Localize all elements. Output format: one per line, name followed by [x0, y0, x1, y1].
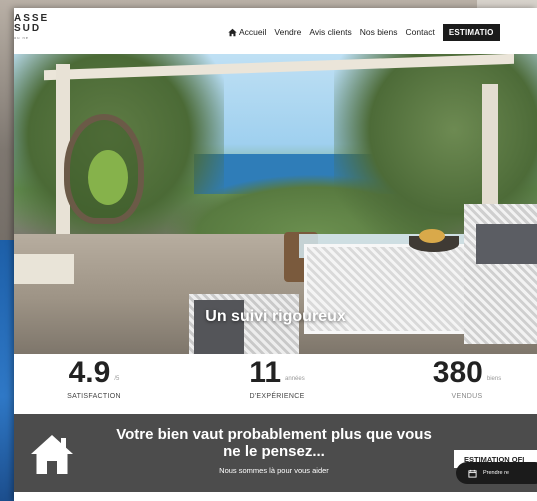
nav-item-contact[interactable]: Contact — [406, 27, 435, 37]
stat-value: 4.9 — [68, 356, 111, 389]
cta-title: Votre bien vaut probablement plus que vo… — [116, 426, 432, 460]
logo-line-3: ou ne — [14, 35, 30, 40]
nav-estimation-button[interactable]: ESTIMATIO — [442, 23, 500, 41]
stats-section: 4.9/5 SATISFACTION 11 années D'EXPÉRIENCE… — [14, 354, 537, 412]
stat-value: 11 — [249, 356, 282, 389]
stat-satisfaction: 4.9/5 SATISFACTION — [54, 356, 134, 401]
stat-experience: 11 années D'EXPÉRIENCE — [232, 356, 322, 401]
stat-value: 380 — [432, 356, 483, 389]
nav-item-vendre[interactable]: Vendre — [274, 27, 301, 37]
hero-hanging-chair — [64, 114, 144, 224]
stat-unit: années — [285, 376, 305, 382]
site-logo[interactable]: ASSE SUD ou ne — [14, 14, 54, 40]
appointment-label: Prendre re — [483, 470, 509, 476]
hero-lounger — [14, 254, 74, 284]
page-bottom-strip — [14, 492, 537, 501]
stat-unit: /5 — [114, 376, 120, 382]
stat-label: D'EXPÉRIENCE — [249, 393, 305, 400]
nav-label-accueil: Accueil — [239, 27, 267, 37]
nav-item-accueil[interactable]: Accueil — [228, 27, 266, 37]
home-icon — [228, 28, 237, 36]
logo-line-2: SUD — [14, 23, 42, 34]
house-icon — [31, 435, 73, 474]
stat-label: SATISFACTION — [67, 393, 121, 400]
hero-fruit — [419, 229, 445, 243]
hero-caption: Un suivi rigoureux — [205, 308, 346, 325]
nav-item-nos-biens[interactable]: Nos biens — [360, 27, 398, 37]
nav-item-avis-clients[interactable]: Avis clients — [309, 27, 351, 37]
site-header: ASSE SUD ou ne Accueil Vendre Avis clien… — [14, 8, 537, 54]
cta-subtitle: Nous sommes là pour vous aider — [219, 466, 329, 475]
stat-sold: 380 biens VENDUS — [412, 356, 522, 401]
calendar-icon — [468, 469, 477, 478]
stat-label: VENDUS — [451, 393, 483, 400]
main-nav: Accueil Vendre Avis clients Nos biens Co… — [228, 23, 500, 41]
hero-hanging-chair-cushion — [88, 150, 128, 205]
website-screen: ASSE SUD ou ne Accueil Vendre Avis clien… — [14, 8, 537, 501]
appointment-button[interactable]: Prendre re — [456, 462, 537, 484]
stat-unit: biens — [486, 376, 502, 382]
hero-sofa-cushion — [476, 224, 537, 264]
hero-banner: Un suivi rigoureux — [14, 54, 537, 354]
